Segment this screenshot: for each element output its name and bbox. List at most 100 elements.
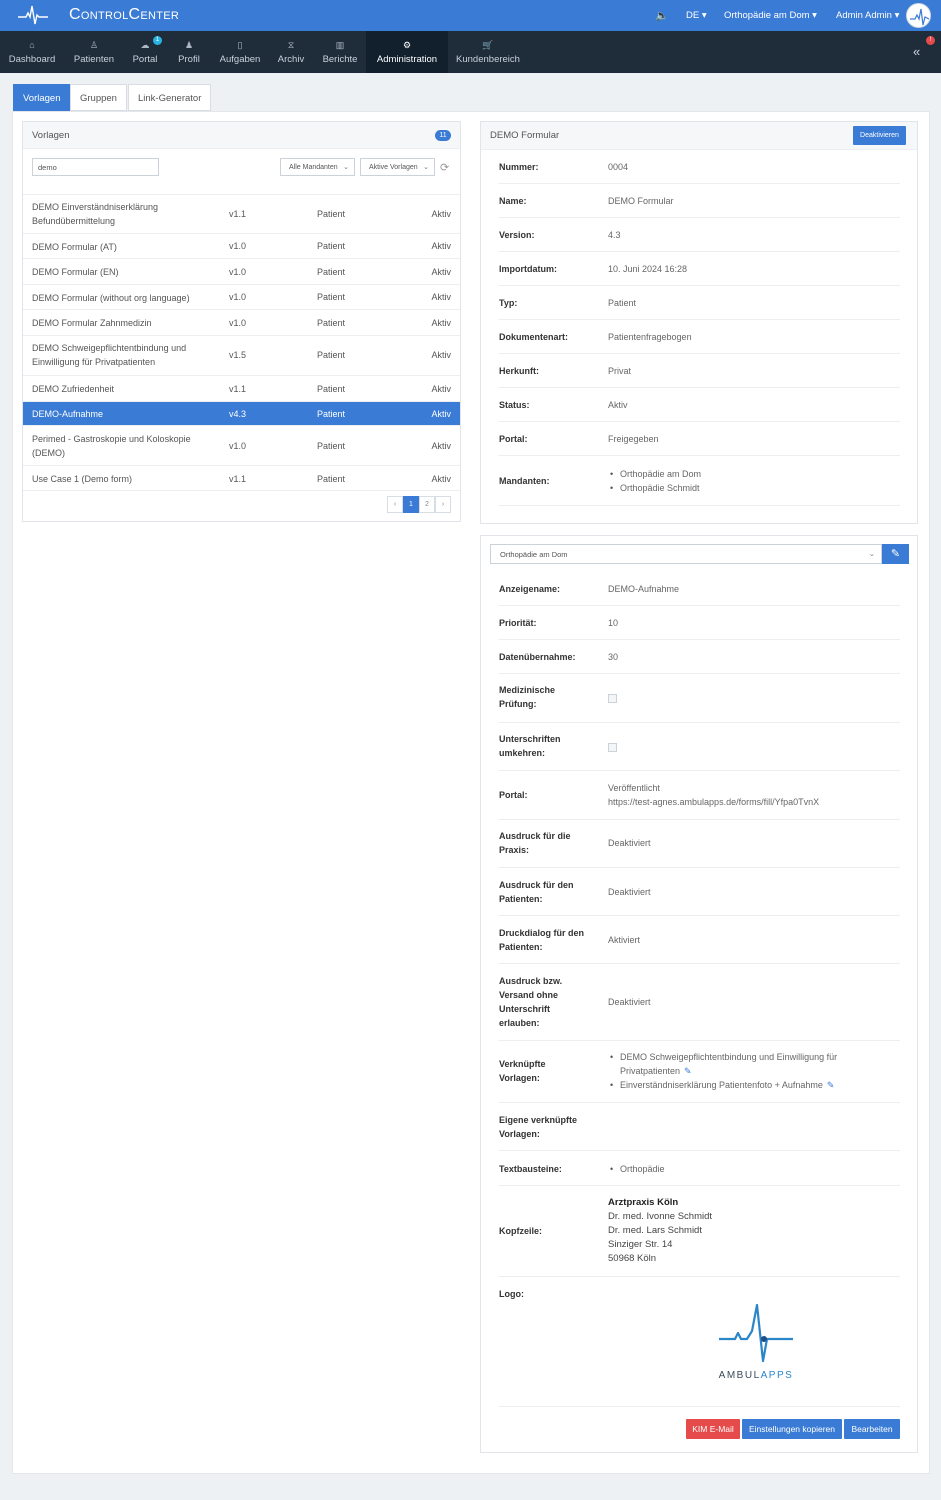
row-version: v4.3 [229, 409, 247, 419]
search-input[interactable] [32, 158, 159, 176]
language-dropdown[interactable]: DE ▾ [686, 10, 707, 21]
field-druckdialog: Druckdialog für den Patienten: Aktiviert [499, 916, 900, 964]
status-filter[interactable]: Aktive Vorlagen ⌄ [360, 158, 435, 176]
collapse-sidebar-icon[interactable]: « [913, 44, 920, 59]
speaker-icon[interactable]: 🔈 [655, 9, 669, 22]
row-name: DEMO Formular (EN) [32, 267, 119, 277]
user-dropdown[interactable]: Admin Admin ▾ [836, 10, 899, 21]
field-value: Patientenfragebogen [608, 332, 692, 342]
task-icon: ▯ [237, 40, 243, 50]
unterschriften-checkbox[interactable] [608, 743, 617, 752]
table-row-selected[interactable]: DEMO-Aufnahme v4.3 Patient Aktiv [23, 401, 460, 425]
field-label: Typ: [499, 298, 518, 308]
org-dropdown[interactable]: Orthopädie am Dom ▾ [724, 10, 817, 21]
row-type: Patient [317, 292, 346, 302]
field-value: Arztpraxis Köln Dr. med. Ivonne Schmidt … [608, 1196, 712, 1266]
mandant-item: Orthopädie am Dom [608, 467, 701, 481]
tab-link-generator[interactable]: Link-Generator [128, 84, 212, 111]
nav-portal[interactable]: ☁ Portal 1 [124, 31, 166, 73]
kim-email-button[interactable]: KIM E-Mail [686, 1419, 740, 1439]
app-brand[interactable]: ControlCenter [69, 6, 179, 24]
nav-kundenbereich[interactable]: 🛒 Kundenbereich [448, 31, 528, 73]
tab-vorlagen[interactable]: Vorlagen [13, 84, 71, 111]
kopfzeile-line: Dr. med. Ivonne Schmidt [608, 1211, 713, 1222]
row-status: Aktiv [431, 409, 451, 419]
table-row[interactable]: DEMO Einverständniserklärung Befundübermi… [23, 194, 460, 233]
row-version: v1.0 [229, 441, 247, 451]
pager-page-2[interactable]: 2 [419, 496, 435, 513]
nav-patienten[interactable]: ♙ Patienten [64, 31, 124, 73]
portal-url[interactable]: https://test-agnes.ambulapps.de/forms/fi… [608, 797, 819, 807]
edit-button[interactable]: Bearbeiten [844, 1419, 900, 1439]
table-row[interactable]: Use Case 1 (Demo form) v1.1 Patient Akti… [23, 465, 460, 491]
nav-berichte[interactable]: ▥ Berichte [314, 31, 366, 73]
field-datenuebernahme: Datenübernahme: 30 [499, 640, 900, 674]
field-portal: Portal: Veröffentlicht https://test-agnes.… [499, 771, 900, 820]
templates-count-badge: 11 [435, 130, 451, 141]
template-detail-title: DEMO Formular [490, 130, 560, 141]
edit-mandant-button[interactable]: ✎ [882, 544, 909, 564]
label-line4: erlauben: [499, 1018, 540, 1028]
field-label: Ausdruck für die Praxis: [499, 829, 571, 857]
field-label: Status: [499, 400, 530, 410]
templates-panel: Vorlagen 11 Alle Mandanten ⌄ Aktive Vorla… [22, 121, 461, 522]
nav-archiv[interactable]: ⧖ Archiv [268, 31, 314, 73]
field-label: Portal: [499, 434, 528, 444]
label-line2: Patienten: [499, 894, 543, 904]
label-line1: Unterschriften [499, 734, 561, 744]
row-version: v1.0 [229, 267, 247, 277]
notification-badge[interactable]: ! [926, 36, 935, 45]
row-status: Aktiv [431, 241, 451, 251]
mandant-filter-label: Alle Mandanten [289, 164, 338, 171]
avatar[interactable] [906, 3, 931, 28]
chevron-down-icon: ⌄ [343, 164, 349, 171]
refresh-icon[interactable]: ⟳ [440, 161, 449, 174]
row-version: v1.1 [229, 384, 247, 394]
pager-prev[interactable]: ‹ [387, 496, 403, 513]
row-type: Patient [317, 209, 346, 219]
linked-template-item[interactable]: Einverständniserklärung Patientenfoto + … [608, 1078, 837, 1092]
field-verknuepfte-vorlagen: Verknüpfte Vorlagen: DEMO Schweigepflicht… [499, 1041, 900, 1103]
mandant-filter[interactable]: Alle Mandanten ⌄ [280, 158, 355, 176]
field-status: Status: Aktiv [499, 388, 900, 422]
nav-profil[interactable]: ♟ Profil [166, 31, 212, 73]
field-value: Privat [608, 366, 632, 376]
row-name: DEMO Formular (without org language) [32, 293, 190, 303]
table-row[interactable]: DEMO Zufriedenheit v1.1 Patient Aktiv [23, 375, 460, 401]
nav-administration[interactable]: ⚙ Administration [366, 31, 448, 73]
pager-next[interactable]: › [435, 496, 451, 513]
field-mandanten: Mandanten: Orthopädie am Dom Orthopädie … [499, 456, 900, 506]
deactivate-button[interactable]: Deaktivieren [853, 126, 906, 145]
kopfzeile-line: Sinziger Str. 14 [608, 1239, 673, 1250]
label-line1: Druckdialog für den [499, 928, 585, 938]
table-row[interactable]: Perimed - Gastroskopie und Koloskopie (DE… [23, 425, 460, 465]
main-nav: ⌂ Dashboard ♙ Patienten ☁ Portal 1 ♟ Profil ▯… [0, 31, 941, 73]
edit-icon[interactable]: ✎ [827, 1080, 835, 1090]
linked-template-item[interactable]: DEMO Schweigepflichtentbindung und Einwi… [608, 1050, 837, 1078]
field-value: 0004 [608, 162, 629, 172]
copy-settings-button[interactable]: Einstellungen kopieren [742, 1419, 842, 1439]
top-bar: ControlCenter 🔈 DE ▾ Orthopädie am Dom ▾… [0, 0, 941, 31]
edit-icon[interactable]: ✎ [684, 1066, 692, 1076]
field-value: Veröffentlicht https://test-agnes.ambulap… [608, 781, 819, 809]
row-name: Use Case 1 (Demo form) [32, 474, 133, 484]
table-row[interactable]: DEMO Formular (AT) v1.0 Patient Aktiv [23, 233, 460, 258]
med-pruefung-checkbox[interactable] [608, 694, 617, 703]
field-value: 4.3 [608, 230, 621, 240]
table-row[interactable]: DEMO Formular Zahnmedizin v1.0 Patient A… [23, 309, 460, 335]
field-versand-ohne-unterschrift: Ausdruck bzw. Versand ohne Unterschrift erl… [499, 964, 900, 1041]
nav-dashboard[interactable]: ⌂ Dashboard [0, 31, 64, 73]
mandant-select[interactable]: Orthopädie am Dom ⌄ [490, 544, 882, 564]
tab-gruppen[interactable]: Gruppen [70, 84, 127, 111]
templates-panel-header: Vorlagen 11 [23, 122, 460, 149]
table-row[interactable]: DEMO Formular (EN) v1.0 Patient Aktiv [23, 258, 460, 284]
nav-aufgaben[interactable]: ▯ Aufgaben [212, 31, 268, 73]
pager-page-1[interactable]: 1 [403, 496, 419, 513]
table-row[interactable]: DEMO Formular (without org language) v1.… [23, 284, 460, 309]
linked-template-line1: DEMO Schweigepflichtentbindung und Einwi… [620, 1052, 838, 1062]
logo-text-dark: AMBUL [718, 1370, 761, 1381]
table-row[interactable]: DEMO Schweigepflichtentbindung und Einwil… [23, 335, 460, 375]
field-label: Version: [499, 230, 535, 240]
field-value: DEMO-Aufnahme [608, 584, 680, 594]
avatar-logo-icon [910, 8, 930, 26]
